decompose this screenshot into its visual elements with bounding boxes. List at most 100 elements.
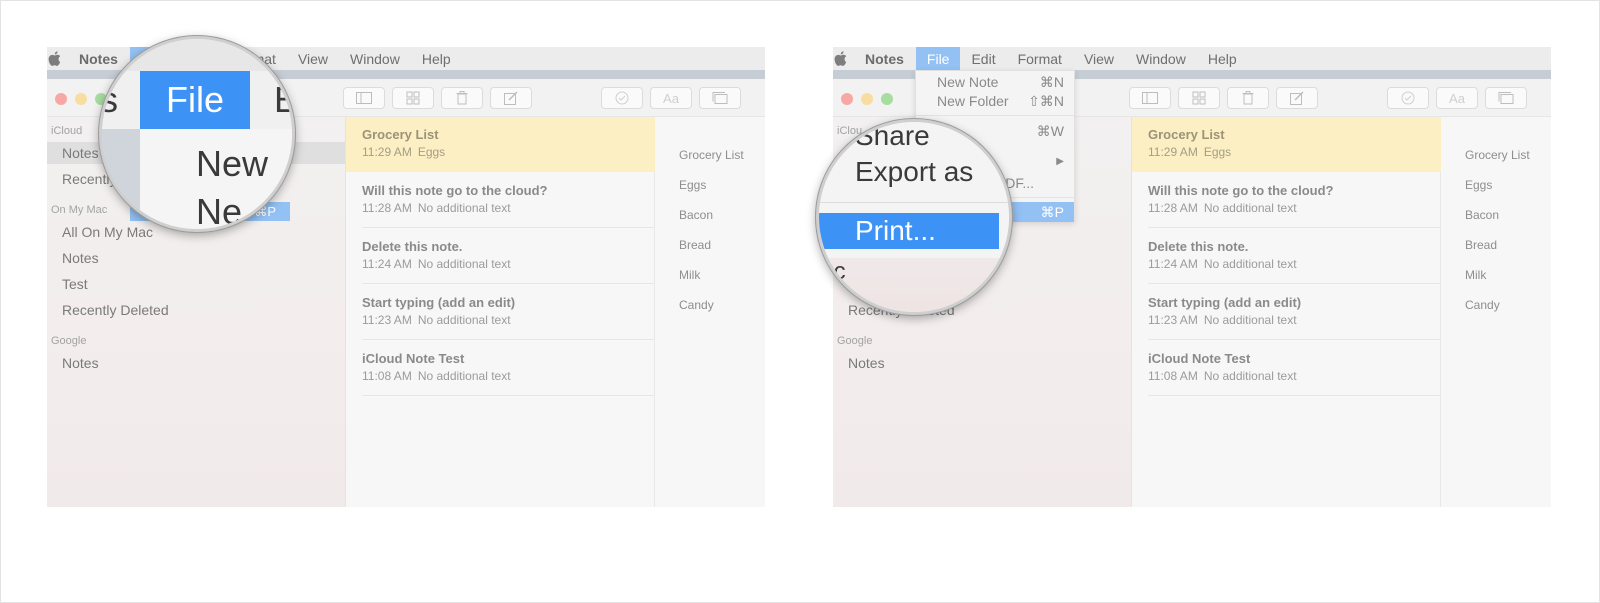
note-time: 11:08 AM <box>1148 369 1198 383</box>
attachments-button[interactable] <box>699 87 741 109</box>
sidebar-item-google-notes[interactable]: Notes <box>833 352 1131 374</box>
zoom-button[interactable] <box>881 93 893 105</box>
menu-window[interactable]: Window <box>1125 47 1197 70</box>
sidebar-item-mac-recently-deleted[interactable]: Recently Deleted <box>47 299 345 321</box>
editor-line: Bacon <box>679 208 714 222</box>
note-time: 11:23 AM <box>1148 313 1198 327</box>
note-title: Delete this note. <box>1148 239 1249 254</box>
grid-icon <box>406 91 420 105</box>
sidebar-item-label: Test <box>62 276 88 292</box>
magnifier-lens-print: Share Export as Print... lac <box>816 119 1012 315</box>
menu-item-shortcut: ⌘N <box>1039 73 1064 90</box>
lens-new-folder-item: Ne <box>196 191 243 232</box>
sidebar-toggle-button[interactable] <box>343 87 385 109</box>
note-meta: 11:08 AM No additional text <box>1148 369 1441 383</box>
note-meta: 11:28 AM No additional text <box>1148 201 1441 215</box>
editor-line: Candy <box>679 298 714 312</box>
text-format-button[interactable]: Aa <box>1436 87 1478 109</box>
minimize-button[interactable] <box>861 93 873 105</box>
note-title: Will this note go to the cloud? <box>362 183 548 198</box>
sidebar-item-label: Notes <box>62 250 99 266</box>
text-format-icon: Aa <box>663 90 679 106</box>
note-row[interactable]: Will this note go to the cloud? 11:28 AM… <box>1132 173 1441 228</box>
note-time: 11:29 AM <box>1148 145 1198 159</box>
sidebar-toggle-button[interactable] <box>1129 87 1171 109</box>
menu-app-notes[interactable]: Notes <box>865 47 916 70</box>
apple-icon[interactable] <box>833 51 847 66</box>
lens-edit-fragment: E <box>274 79 292 121</box>
grid-icon <box>1192 91 1206 105</box>
note-title: Will this note go to the cloud? <box>1148 183 1334 198</box>
lens-print-item: Print... <box>855 215 936 246</box>
file-menu-new-note[interactable]: New Note ⌘N <box>916 72 1074 92</box>
trash-icon <box>456 91 468 105</box>
sidebar-item-label: Notes <box>848 355 885 371</box>
text-format-button[interactable]: Aa <box>650 87 692 109</box>
lens-mac-fragment: lac <box>816 258 846 285</box>
sidebar-item-mac-notes[interactable]: Notes <box>47 247 345 269</box>
menu-format[interactable]: Format <box>1007 47 1073 70</box>
note-row[interactable]: Start typing (add an edit) 11:23 AM No ad… <box>1132 285 1441 340</box>
sidebar-item-label: Notes <box>62 355 99 371</box>
note-row[interactable]: Delete this note. 11:24 AM No additional … <box>346 229 655 284</box>
checklist-icon <box>1401 91 1415 105</box>
note-time: 11:08 AM <box>362 369 412 383</box>
gallery-view-button[interactable] <box>1178 87 1220 109</box>
close-button[interactable] <box>55 93 67 105</box>
compose-button[interactable] <box>1276 87 1318 109</box>
editor-line: Bread <box>1465 238 1498 252</box>
note-meta: 11:29 AM Eggs <box>1148 145 1441 159</box>
editor-line: Bacon <box>1465 208 1500 222</box>
checklist-button[interactable] <box>1387 87 1429 109</box>
note-title: Grocery List <box>362 127 439 142</box>
note-editor[interactable]: Grocery List Eggs Bacon Bread Milk Candy <box>1441 117 1551 507</box>
note-row[interactable]: iCloud Note Test 11:08 AM No additional t… <box>1132 341 1441 396</box>
sidebar-item-test[interactable]: Test <box>47 273 345 295</box>
note-row[interactable]: Delete this note. 11:24 AM No additional … <box>1132 229 1441 284</box>
note-title: Grocery List <box>1148 127 1225 142</box>
delete-button[interactable] <box>1227 87 1269 109</box>
menu-help[interactable]: Help <box>1197 47 1248 70</box>
attachments-icon <box>1498 92 1514 104</box>
menu-window[interactable]: Window <box>339 47 411 70</box>
delete-button[interactable] <box>441 87 483 109</box>
note-meta: 11:08 AM No additional text <box>362 369 655 383</box>
menu-item-shortcut: ⌘P <box>1040 203 1064 220</box>
note-row[interactable]: Grocery List 11:29 AM Eggs <box>346 117 655 172</box>
checklist-button[interactable] <box>601 87 643 109</box>
apple-icon[interactable] <box>47 51 61 66</box>
menu-edit[interactable]: Edit <box>960 47 1006 70</box>
note-editor[interactable]: Grocery List Eggs Bacon Bread Milk Candy <box>655 117 765 507</box>
note-time: 11:28 AM <box>1148 201 1198 215</box>
editor-line: Grocery List <box>679 148 744 162</box>
sidebar-item-label: Notes <box>62 145 99 161</box>
compose-icon <box>1290 91 1304 105</box>
editor-line: Candy <box>1465 298 1500 312</box>
attachments-button[interactable] <box>1485 87 1527 109</box>
close-button[interactable] <box>841 93 853 105</box>
note-preview: No additional text <box>417 201 511 215</box>
editor-line: Bread <box>679 238 712 252</box>
lens-share-item: Share <box>855 120 930 151</box>
note-row[interactable]: iCloud Note Test 11:08 AM No additional t… <box>346 341 655 396</box>
file-menu-new-folder[interactable]: New Folder ⇧⌘N <box>916 91 1074 111</box>
note-list: Grocery List 11:29 AM Eggs Will this note… <box>1131 117 1441 507</box>
sidebar-item-google-notes[interactable]: Notes <box>47 352 345 374</box>
sidebar-section-google: Google <box>51 335 87 347</box>
minimize-button[interactable] <box>75 93 87 105</box>
note-list: Grocery List 11:29 AM Eggs Will this note… <box>345 117 655 507</box>
menu-file[interactable]: File <box>915 47 961 70</box>
note-preview: No additional text <box>1203 313 1297 327</box>
menu-view[interactable]: View <box>1073 47 1125 70</box>
note-title: Start typing (add an edit) <box>362 295 516 310</box>
compose-button[interactable] <box>490 87 532 109</box>
note-row[interactable]: Will this note go to the cloud? 11:28 AM… <box>346 173 655 228</box>
note-row[interactable]: Start typing (add an edit) 11:23 AM No ad… <box>346 285 655 340</box>
editor-line: Eggs <box>1465 178 1493 192</box>
gallery-view-button[interactable] <box>392 87 434 109</box>
sidebar-icon <box>356 92 372 104</box>
menu-view[interactable]: View <box>287 47 339 70</box>
magnifier-lens-file: s File E New Ne <box>99 36 295 232</box>
note-row[interactable]: Grocery List 11:29 AM Eggs <box>1132 117 1441 172</box>
menu-help[interactable]: Help <box>411 47 462 70</box>
